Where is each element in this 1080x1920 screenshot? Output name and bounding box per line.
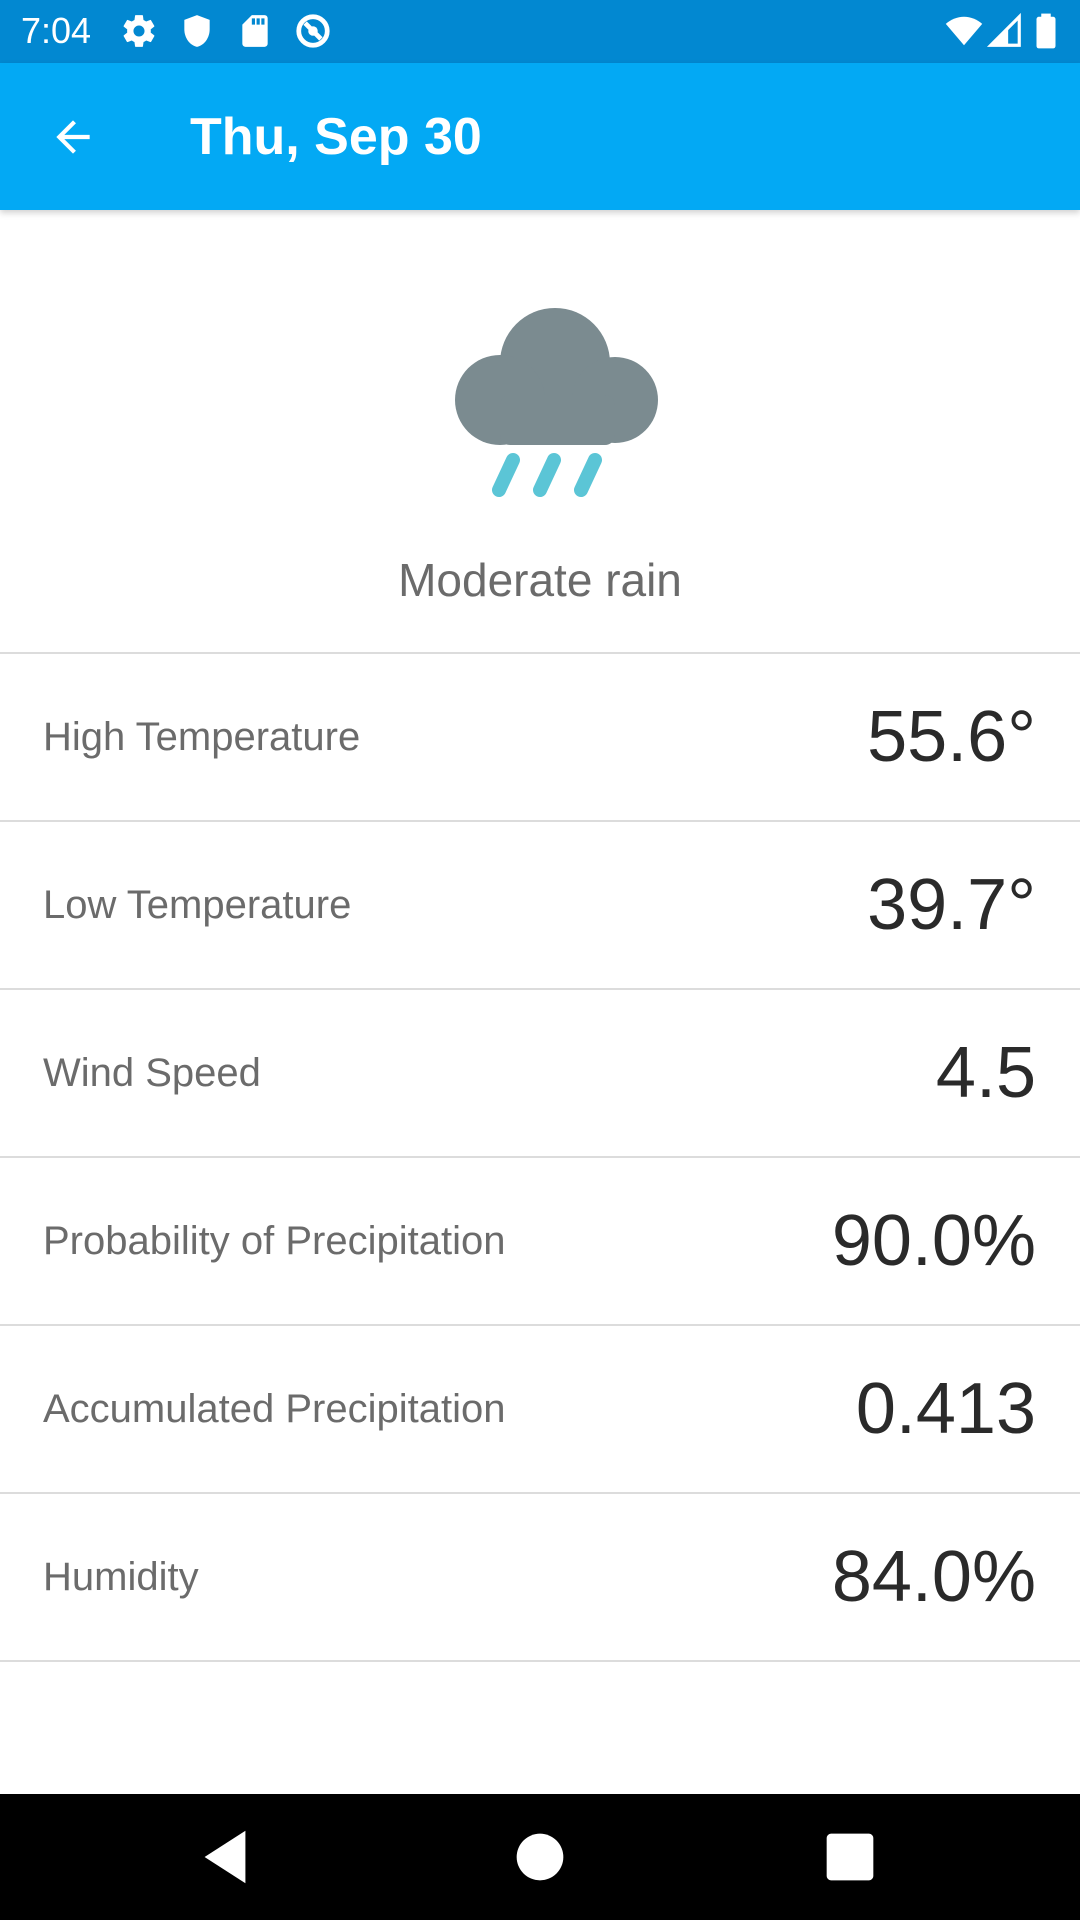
- no-disturb-icon: [294, 12, 332, 50]
- list-item-probability-of-precipitation: Probability of Precipitation 90.0%: [0, 1158, 1080, 1326]
- page-title: Thu, Sep 30: [190, 108, 482, 166]
- list-item-low-temperature: Low Temperature 39.7°: [0, 822, 1080, 990]
- nav-back-button[interactable]: [190, 1822, 260, 1892]
- list-item-wind-speed: Wind Speed 4.5: [0, 990, 1080, 1158]
- system-nav-bar: [0, 1794, 1080, 1920]
- shield-icon: [178, 12, 216, 50]
- cloud-rain-icon: [455, 295, 660, 505]
- detail-value: 39.7°: [867, 865, 1036, 945]
- detail-value: 90.0%: [831, 1201, 1036, 1281]
- back-button[interactable]: [30, 103, 116, 171]
- nav-recents-icon: [826, 1833, 874, 1881]
- weather-condition: Moderate rain: [398, 554, 682, 606]
- status-bar: 7:04: [0, 0, 1080, 63]
- sd-card-icon: [236, 12, 274, 50]
- settings-gear-icon: [120, 12, 158, 50]
- detail-value: 55.6°: [867, 697, 1036, 777]
- list-item-high-temperature: High Temperature 55.6°: [0, 654, 1080, 822]
- nav-back-icon: [204, 1830, 246, 1884]
- list-item-accumulated-precipitation: Accumulated Precipitation 0.413: [0, 1326, 1080, 1494]
- detail-label: Probability of Precipitation: [43, 1218, 506, 1263]
- weather-detail-list: High Temperature 55.6° Low Temperature 3…: [0, 652, 1080, 1662]
- detail-label: Accumulated Precipitation: [43, 1386, 506, 1431]
- arrow-back-icon: [56, 120, 90, 154]
- detail-value: 84.0%: [831, 1537, 1036, 1617]
- detail-label: High Temperature: [43, 714, 361, 759]
- app-bar: Thu, Sep 30: [0, 63, 1080, 210]
- wifi-icon: [945, 12, 983, 50]
- list-item-humidity: Humidity 84.0%: [0, 1494, 1080, 1662]
- battery-icon: [1030, 12, 1062, 50]
- nav-home-icon: [516, 1833, 564, 1881]
- status-time: 7:04: [21, 10, 92, 51]
- nav-home-button[interactable]: [505, 1822, 575, 1892]
- detail-value: 0.413: [855, 1369, 1036, 1449]
- detail-label: Low Temperature: [43, 882, 352, 927]
- cell-signal-icon: [986, 12, 1024, 50]
- detail-label: Humidity: [43, 1554, 199, 1599]
- detail-value: 4.5: [935, 1033, 1036, 1113]
- detail-label: Wind Speed: [43, 1050, 261, 1095]
- nav-recents-button[interactable]: [815, 1822, 885, 1892]
